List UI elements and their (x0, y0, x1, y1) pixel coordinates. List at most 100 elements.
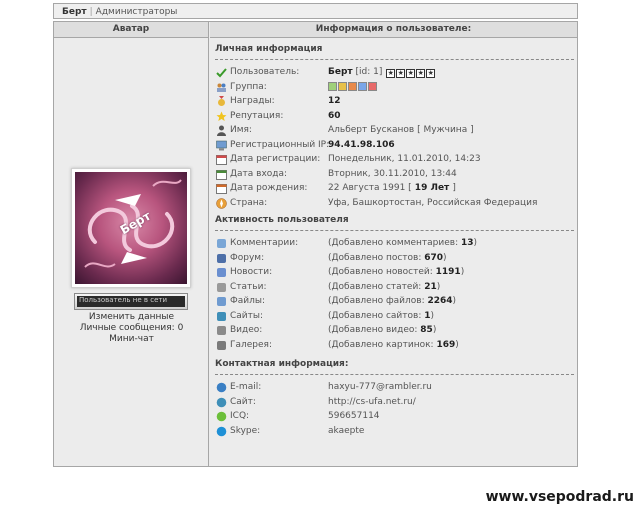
row-regdate: Дата регистрации: Понедельник, 11.01.201… (210, 153, 577, 168)
activity-count: 85 (420, 325, 433, 335)
group-badge-icon (368, 81, 377, 91)
contact-value[interactable]: akaepte (328, 426, 364, 436)
group-badge-icon (338, 81, 347, 91)
website-icon (216, 397, 227, 407)
contact-label: Skype: (230, 425, 261, 436)
activity-count: 1191 (435, 267, 461, 277)
articles-icon (217, 282, 226, 292)
birthdate-label: Дата рождения: (230, 183, 308, 193)
private-messages-link[interactable]: Личные сообщения: 0 (54, 323, 209, 334)
row-country: Страна: Уфа, Башкортостан, Российская Фе… (210, 197, 577, 212)
activity-label[interactable]: Новости: (230, 267, 272, 277)
news-icon (217, 268, 226, 277)
personal-info-list: Пользователь: Берт [id: 1] ★ ★ ★ ★ ★ Группа:… (210, 60, 577, 211)
ip-address: 94.41.98.106 (328, 139, 395, 150)
group-label: Группа: (230, 81, 267, 92)
skype-icon (216, 426, 227, 436)
awards-count: 12 (328, 96, 341, 106)
star-icon: ★ (416, 69, 426, 78)
row-user: Пользователь: Берт [id: 1] ★ ★ ★ ★ ★ (210, 66, 577, 81)
activity-count: 169 (436, 339, 456, 350)
activity-row: Статьи: (Добавлено статей: 21) (210, 281, 577, 296)
avatar: Берт (71, 168, 191, 288)
activity-label[interactable]: Сайты: (230, 311, 263, 321)
reputation-value[interactable]: 60 (328, 111, 341, 121)
activity-value: (Добавлено статей: 21) (328, 282, 440, 292)
contact-row: Skype: akaepte (210, 425, 577, 440)
watermark: www.vsepodrad.ru (485, 489, 634, 505)
edit-profile-link[interactable]: Изменить данные (54, 312, 209, 323)
activity-label[interactable]: Комментарии: (230, 238, 298, 248)
activity-count: 13 (460, 238, 474, 248)
calendar-icon (216, 184, 227, 194)
activity-text: (Добавлено сайтов: (328, 310, 425, 321)
activity-row: Галерея: (Добавлено картинок: 169) (210, 339, 577, 354)
group-badge-icon (328, 81, 337, 91)
breadcrumb: Берт | Администраторы (53, 3, 578, 19)
activity-title: Активность пользователя (215, 215, 349, 225)
contact-value[interactable]: 596657114 (328, 411, 380, 421)
activity-text: (Добавлено постов: (328, 252, 425, 263)
birthdate-value: 22 Августа 1991 [ 19 Лет ] (328, 183, 456, 193)
activity-text: (Добавлено картинок: (328, 339, 437, 350)
contact-value[interactable]: haxyu-777@rambler.ru (328, 382, 432, 392)
activity-text: (Добавлено статей: (328, 281, 425, 292)
activity-count: 670 (424, 252, 444, 263)
activity-label[interactable]: Форум: (230, 253, 264, 263)
contact-label: Сайт: (230, 396, 256, 407)
ip-label: Регистрационный IP: (230, 139, 330, 150)
breadcrumb-user[interactable]: Берт (62, 7, 87, 17)
activity-value: (Добавлено картинок: 169) (328, 340, 459, 350)
star-icon: ★ (426, 69, 436, 78)
breadcrumb-separator: | (89, 7, 93, 17)
row-reputation: Репутация: 60 (210, 110, 577, 125)
forum-icon (217, 253, 226, 263)
activity-close: ) (452, 296, 457, 306)
birthdate-close: ] (452, 183, 456, 193)
activity-close: ) (443, 252, 447, 263)
country-label: Страна: (230, 197, 268, 208)
activity-row: Комментарии: (Добавлено комментариев: 13) (210, 237, 577, 252)
user-info-column: Информация о пользователе: Личная информ… (210, 22, 577, 466)
row-group: Группа: (210, 81, 577, 96)
activity-close: ) (436, 281, 441, 292)
group-badge-icon (348, 81, 357, 91)
mini-chat-link[interactable]: Мини-чат (54, 334, 209, 345)
awards-value[interactable]: 12 (328, 96, 341, 106)
reputation-star-icon (216, 111, 227, 121)
icq-icon (216, 411, 227, 422)
contact-title: Контактная информация: (215, 359, 349, 369)
activity-text: (Добавлено файлов: (328, 296, 428, 306)
group-badges (328, 81, 378, 94)
online-status-text: Пользователь не в сети (77, 296, 185, 307)
breadcrumb-section[interactable]: Администраторы (96, 7, 178, 17)
activity-row: Видео: (Добавлено видео: 85) (210, 324, 577, 339)
reputation-count: 60 (328, 110, 341, 121)
name-label: Имя: (230, 125, 252, 135)
birthdate-age: 19 Лет (411, 183, 453, 193)
activity-value: (Добавлено сайтов: 1) (328, 311, 434, 321)
contact-label: ICQ: (230, 411, 250, 421)
star-icon: ★ (386, 69, 396, 78)
reputation-label: Репутация: (230, 110, 284, 121)
sites-icon (217, 311, 226, 321)
gallery-icon (217, 340, 226, 350)
activity-value: (Добавлено комментариев: 13) (328, 238, 477, 248)
row-login: Дата входа: Вторник, 30.11.2010, 13:44 (210, 168, 577, 183)
row-ip: Регистрационный IP: 94.41.98.106 (210, 139, 577, 154)
activity-text: (Добавлено новостей: (328, 267, 436, 277)
activity-label[interactable]: Видео: (230, 325, 262, 335)
group-badge-icon (358, 81, 367, 91)
regdate-label: Дата регистрации: (230, 154, 321, 164)
contact-value[interactable]: http://cs-ufa.net.ru/ (328, 397, 416, 407)
user-label: Пользователь: (230, 67, 300, 77)
activity-label[interactable]: Файлы: (230, 296, 265, 306)
activity-label[interactable]: Галерея: (230, 340, 272, 350)
activity-label[interactable]: Статьи: (230, 282, 266, 292)
activity-text: (Добавлено видео: (328, 325, 421, 335)
name-value: Альберт Бусканов [ Мужчина ] (328, 125, 474, 135)
activity-value: (Добавлено файлов: 2264) (328, 296, 456, 306)
star-icon: ★ (396, 69, 406, 78)
user-name: Берт (328, 67, 353, 77)
ip-network-icon (216, 140, 227, 150)
